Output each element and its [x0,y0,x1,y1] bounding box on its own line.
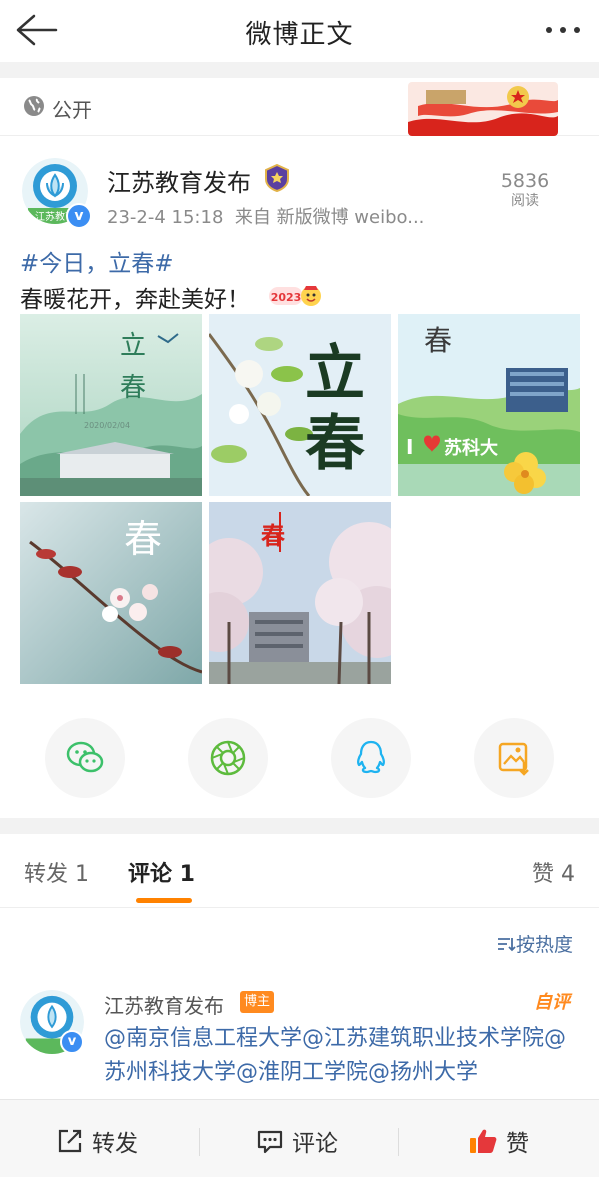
image-1-date: 2020/02/04 [84,421,130,430]
wechat-icon [66,741,104,773]
image-1-big-char-2: 春 [120,373,146,403]
post-image-3[interactable]: 春 I 苏科大 [398,314,580,496]
qq-icon [357,740,385,774]
separator [199,1128,200,1156]
emoji-2023-icon: 2023 [268,282,322,308]
separator [398,1128,399,1156]
sort-by-hot-button[interactable]: 按热度 [496,930,573,957]
save-image-icon [498,742,529,776]
comment-text[interactable]: @南京信息工程大学@江苏建筑职业技术学院@苏州科技大学@淮阴工学院@扬州大学 [104,1022,584,1090]
post-meta: 23-2-4 15:18 来自 新版微博 weibo... [107,203,452,229]
visibility-label: 公开 [52,98,92,122]
post-image-2[interactable]: 立 春 [209,314,391,496]
post-image-4[interactable]: 春 [20,502,202,684]
bottom-repost-button[interactable]: 转发 [56,1126,138,1157]
svg-text:I: I [406,435,413,459]
bottom-like-button[interactable]: 赞 [468,1126,529,1157]
image-3-big-char: 春 [424,324,452,357]
author-name[interactable]: 江苏教育发布 [107,163,251,198]
image-1-big-char: 立 [120,331,146,361]
bottom-comment-button[interactable]: 评论 [256,1126,338,1157]
commenter-verified-icon: v [60,1030,84,1054]
author-badge: 博主 [240,991,275,1013]
tab-like[interactable]: 赞 4 [532,856,575,888]
views-count: 5836 [500,170,550,192]
image-3-overlay-text: 苏科大 [444,437,498,459]
image-5-big-char: 春 [261,521,285,550]
tab-comment[interactable]: 评论 1 [128,856,195,888]
share-qq-button[interactable] [331,718,411,798]
sort-label: 按热度 [516,934,574,956]
tab-repost[interactable]: 转发 1 [24,856,89,888]
verified-badge-icon: v [66,203,92,229]
bottom-comment-label: 评论 [292,1131,338,1157]
self-comment-label: 自评 [534,992,570,1013]
gov-shield-icon [264,163,290,193]
post-image-1[interactable]: 立 春 2020/02/04 [20,314,202,496]
divider [0,907,599,908]
post-source: 来自 新版微博 weibo... [234,207,425,228]
post-time: 23-2-4 15:18 [107,207,224,228]
bottom-action-bar: 转发 评论 赞 [0,1099,599,1177]
bottom-repost-label: 转发 [92,1131,138,1157]
section-gap [0,818,599,834]
section-gap [0,62,599,78]
globe-icon [22,94,46,118]
page-title: 微博正文 [245,20,354,50]
active-tab-indicator [136,898,192,903]
post-text: 春暖花开，奔赴美好！ [20,287,250,313]
decorative-banner-image [408,82,558,136]
image-4-big-char: 春 [124,517,162,561]
moments-icon [210,740,246,776]
visibility-row: 公开 [0,78,599,136]
topic-link[interactable]: #今日，立春# [20,244,174,278]
more-icon[interactable] [543,20,583,40]
thumbs-up-icon [470,1129,497,1153]
sort-icon [498,938,516,952]
commenter-name[interactable]: 江苏教育发布 [104,990,224,1019]
top-nav-bar: 微博正文 [0,0,599,62]
save-image-button[interactable] [474,718,554,798]
svg-text:2023: 2023 [271,291,302,304]
share-moments-button[interactable] [188,718,268,798]
repost-icon [58,1129,82,1153]
post-image-5[interactable]: 春 [209,502,391,684]
image-2-big-char-2: 春 [305,409,365,479]
image-2-big-char: 立 [305,339,365,409]
bottom-like-label: 赞 [506,1131,529,1157]
views-label: 阅读 [511,193,539,209]
share-wechat-button[interactable] [45,718,125,798]
comment-icon [257,1130,283,1154]
